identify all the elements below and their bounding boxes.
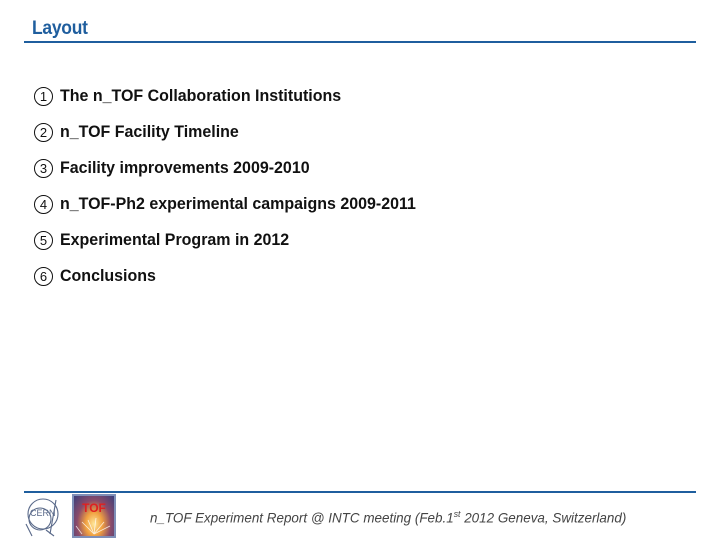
footer-caption: n_TOF Experiment Report @ INTC meeting (… (150, 509, 626, 526)
circled-number: 2 (34, 122, 53, 142)
circled-number: 4 (34, 194, 53, 214)
agenda-item-label: Facility improvements 2009-2010 (60, 158, 310, 177)
circled-number: 1 (34, 86, 53, 106)
agenda-item-label: Experimental Program in 2012 (60, 230, 290, 249)
agenda-list: 1 The n_TOF Collaboration Institutions 2n… (34, 78, 439, 294)
footer-text: n_TOF Experiment Report @ INTC meeting (… (150, 509, 454, 526)
agenda-item: 5 Experimental Program in 2012 (34, 222, 439, 258)
tof-logo: TOF (72, 494, 116, 538)
svg-text:CERN: CERN (30, 508, 56, 518)
title-divider (24, 41, 696, 43)
agenda-item-label: n_TOF Facility Timeline (60, 122, 239, 141)
footer-text-end: 2012 Geneva, Switzerland) (460, 509, 627, 526)
agenda-item-label: Conclusions (60, 266, 156, 285)
tof-logo-rays-icon (75, 517, 111, 535)
agenda-item: 2 n_TOF Facility Timeline (34, 114, 439, 150)
agenda-item: 3 Facility improvements 2009-2010 (34, 150, 439, 186)
footer-divider (24, 491, 696, 493)
agenda-item: 1 The n_TOF Collaboration Institutions (34, 78, 439, 114)
circled-number: 3 (34, 158, 53, 178)
agenda-item-label: The n_TOF Collaboration Institutions (60, 86, 342, 105)
slide-title: Layout (32, 18, 88, 39)
agenda-item: 4 n_TOF-Ph2 experimental campaigns 2009-2… (34, 186, 439, 222)
agenda-item-label: n_TOF-Ph2 experimental campaigns 2009-20… (60, 194, 416, 213)
cern-logo: CERN (25, 498, 59, 537)
agenda-item: 6 Conclusions (34, 258, 439, 294)
circled-number: 6 (34, 266, 53, 286)
circled-number: 5 (34, 230, 53, 250)
